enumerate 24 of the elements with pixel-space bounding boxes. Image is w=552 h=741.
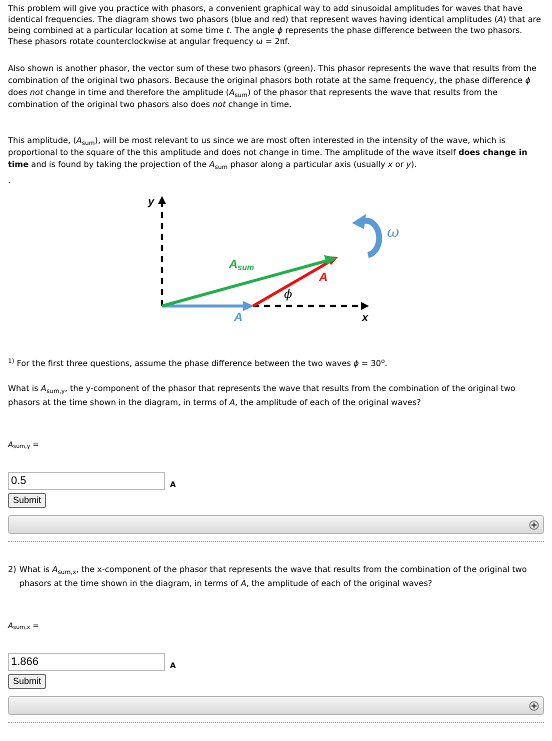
question-text: What is A$_{sum,y}$, the y-component of the phasor that represents the wave that results from the combination of the original two phasors at the time shown in the diagram, in terms of A, the amplitude of each of the original waves?: [8, 382, 516, 409]
collapsed-panel[interactable]: [8, 696, 544, 715]
submit-button[interactable]: Submit: [8, 493, 46, 508]
first-phasor-label: A: [234, 310, 243, 324]
submit-button[interactable]: Submit: [8, 674, 46, 689]
curved-arrow: [352, 214, 382, 258]
paragraph: This amplitude, (A$_{sum}$), will be most relevant to us since we are most often interested in the intensity of the wave, which is proportional to the square of the this amplitude and does not change in time. The amplitude of the wave itself does change in time and is found by taking the projection of the A$_{sum}$ phasor along a particular axis (usually x or y).: [8, 134, 528, 170]
answer-field[interactable]: 1.866: [8, 653, 165, 671]
paragraph: This problem will give you practice with phasors, a convenient graphical way to add sinusoidal amplitudes for waves that have identical frequencies. The diagram shows two phasors (blue and red) that represent waves having identical amplitudes (A) that are being combined at a particular location at some time t. The angle ϕ represents the phase difference between the two phasors. These phasors rotate counterclockwise at angular frequency ω = 2πf.: [8, 3, 542, 47]
collapsed-panel[interactable]: [8, 515, 544, 534]
y-label: y: [148, 196, 154, 208]
paragraph: Also shown is another phasor, the vector sum of these two phasors (green). This phasor represents the wave that results from the combination of the original two phasors. Because the original phasors both rotate at the same frequency, the phase difference ϕ does not change in time and therefore the amplitude (A$_{sum}$) of the phasor that represents the wave that results from the combination of the original two phasors also does not change in time.: [8, 62, 538, 110]
x-label: x: [362, 312, 368, 324]
expand-icon: [529, 520, 539, 530]
sum-label: A$_{sum}$: [229, 257, 254, 272]
question-text: What is A$_{sum,x}$, the x-component of the phasor that represents the wave that results from the combination of the original two phasors at the time shown in the diagram, in terms of A, the amplitude of each of the original waves?: [19, 563, 528, 590]
expand-icon: [529, 700, 539, 710]
stray-mark: .: [8, 176, 11, 184]
omega-label: ω: [387, 223, 400, 241]
question-intro: $^{1)}$ For the first three questions, assume the phase difference between the two waves ϕ = 30$^{o}$.: [8, 358, 388, 369]
angle-label: ϕ: [284, 287, 292, 301]
second-phasor-label: A: [319, 270, 328, 284]
answer-field[interactable]: 0.5: [8, 472, 165, 490]
question-number: 2): [8, 563, 16, 576]
